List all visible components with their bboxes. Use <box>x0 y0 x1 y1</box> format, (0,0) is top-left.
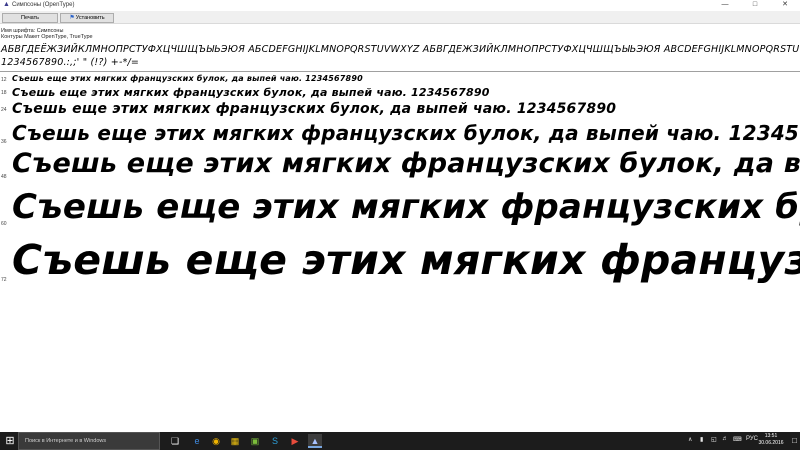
sample-text: Съешь еще этих мягких французских булок,… <box>12 121 800 145</box>
title-bar: ▲ Симпсоны (OpenType) — □ ✕ <box>0 0 800 10</box>
print-button[interactable]: Печать <box>2 13 58 23</box>
sample-row-24: 24 Съешь еще этих мягких французских бул… <box>0 101 800 119</box>
charset-digits-symbols: 1234567890.:,;' " (!?) +-*/= <box>1 57 140 68</box>
edge-browser-icon[interactable]: e <box>190 434 204 448</box>
sample-text: Съешь еще этих мягких французских булок,… <box>12 148 800 179</box>
sample-text: Съешь еще этих мягких французских бул <box>12 236 800 284</box>
keyboard-icon[interactable]: ⌨ <box>733 436 742 443</box>
media-player-icon[interactable]: ▶ <box>288 434 302 448</box>
font-outline-line: Контуры Макет OpenType, TrueType <box>1 34 93 40</box>
chrome-icon[interactable]: ◉ <box>209 434 223 448</box>
taskbar: ⊞ Поиск в Интернете и в Windows ❏ e ◉ ▦ … <box>0 432 800 450</box>
size-label: 48 <box>1 174 7 180</box>
skype-icon[interactable]: S <box>268 434 282 448</box>
minimize-icon[interactable]: — <box>710 0 740 10</box>
notifications-icon[interactable]: □ <box>792 436 797 445</box>
size-label: 60 <box>1 221 7 227</box>
sample-row-36: 36 Съешь еще этих мягких французских бул… <box>0 121 800 147</box>
sample-row-72: 72 Съешь еще этих мягких французских бул <box>0 236 800 294</box>
sample-row-60: 60 Съешь еще этих мягких французских бул… <box>0 187 800 235</box>
sample-row-18: 18 Съешь еще этих мягких французских бул… <box>0 86 800 100</box>
size-label: 18 <box>1 90 7 96</box>
sample-text: Съешь еще этих мягких французских булок,… <box>12 86 490 99</box>
install-button-label: Установить <box>75 15 105 21</box>
size-label: 12 <box>1 77 7 83</box>
chevron-up-icon[interactable]: ∧ <box>688 436 692 443</box>
font-viewer-taskbar-icon[interactable]: ▲ <box>308 434 322 448</box>
close-icon[interactable]: ✕ <box>770 0 800 10</box>
size-label: 36 <box>1 139 7 145</box>
sample-row-12: 12 Съешь еще этих мягких французских бул… <box>0 74 800 84</box>
file-explorer-icon[interactable]: ▦ <box>228 434 242 448</box>
maximize-icon[interactable]: □ <box>740 0 770 10</box>
volume-icon[interactable]: ♬ <box>722 436 728 442</box>
windows-start-icon[interactable]: ⊞ <box>4 435 16 447</box>
task-view-icon[interactable]: ❏ <box>168 434 182 448</box>
size-label: 24 <box>1 107 7 113</box>
sample-text: Съешь еще этих мягких французских булок,… <box>12 187 800 227</box>
network-icon[interactable]: ◱ <box>711 436 717 443</box>
install-button[interactable]: ⚑Установить <box>60 13 114 23</box>
window-title: Симпсоны (OpenType) <box>12 2 75 8</box>
search-placeholder: Поиск в Интернете и в Windows <box>25 438 107 444</box>
divider <box>0 71 800 72</box>
shield-icon: ⚑ <box>69 15 75 21</box>
sample-text: Съешь еще этих мягких французских булок,… <box>12 74 363 83</box>
toolbar: Печать ⚑Установить <box>0 11 800 24</box>
sample-row-48: 48 Съешь еще этих мягких французских бул… <box>0 148 800 186</box>
battery-icon[interactable]: ▮ <box>700 436 703 443</box>
language-indicator[interactable]: РУС <box>746 436 758 442</box>
charset-letters: АБВГДЕЁЖЗИЙКЛМНОПРСТУФХЦЧШЩЪЫЬЭЮЯ АБСDEF… <box>1 44 800 55</box>
clock-date: 30.06.2016 <box>758 440 784 446</box>
font-viewer-app-icon: ▲ <box>3 1 10 8</box>
size-label: 72 <box>1 277 7 283</box>
sample-text: Съешь еще этих мягких французских булок,… <box>12 101 617 117</box>
taskbar-search-box[interactable]: Поиск в Интернете и в Windows <box>18 432 160 450</box>
clock[interactable]: 13:51 30.06.2016 <box>758 433 784 447</box>
clock-time: 13:51 <box>764 433 778 439</box>
store-icon[interactable]: ▣ <box>248 434 262 448</box>
